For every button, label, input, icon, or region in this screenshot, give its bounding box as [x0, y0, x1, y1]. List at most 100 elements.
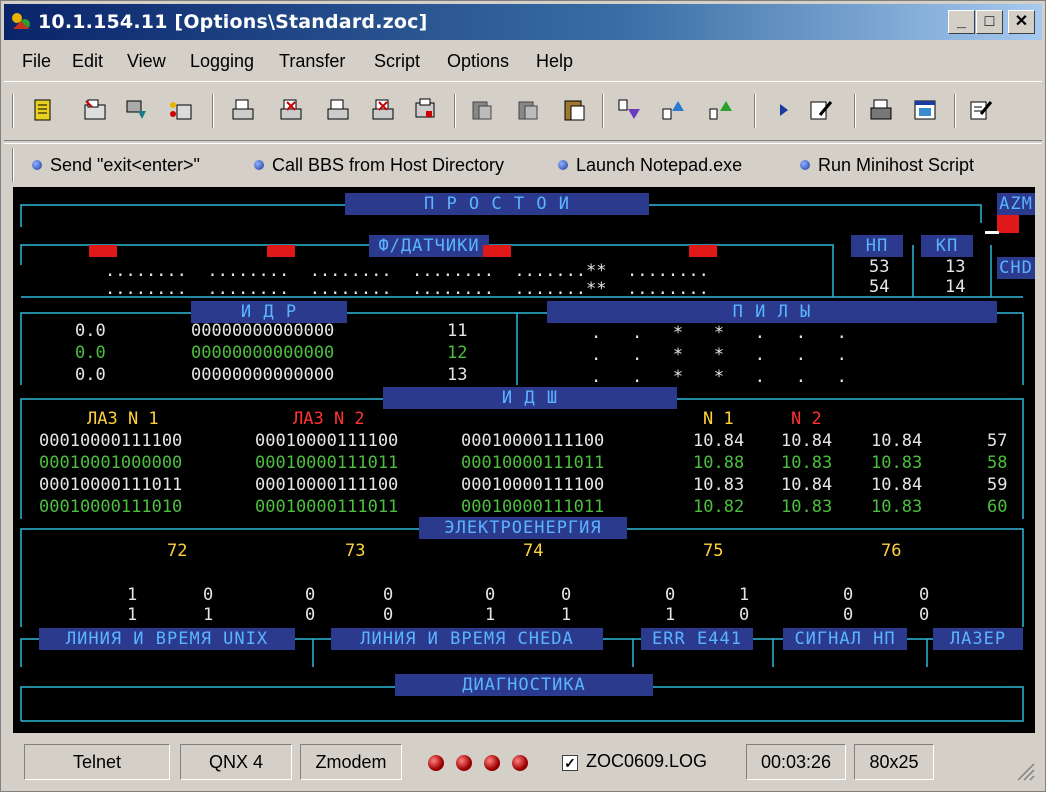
idsh-code: 00010000111011: [461, 453, 605, 473]
menu-file[interactable]: File: [22, 51, 51, 72]
elektro-cell: 0: [305, 585, 316, 605]
elektro-cell: 0: [203, 585, 214, 605]
maximize-button[interactable]: □: [976, 10, 1003, 34]
notepad-icon[interactable]: [968, 97, 994, 123]
paste-icon[interactable]: [516, 97, 542, 123]
elektro-cell: 0: [383, 605, 394, 625]
elektro-cell: 1: [203, 605, 214, 625]
menu-script[interactable]: Script: [374, 51, 420, 72]
host-connect-icon[interactable]: [124, 97, 150, 123]
cheda-header: ЛИНИЯ И ВРЕМЯ CHEDA: [331, 628, 603, 650]
menu-options[interactable]: Options: [447, 51, 509, 72]
idr-value: 0.0: [75, 343, 106, 363]
err-header: ERR E441: [641, 628, 753, 650]
phonebook-icon[interactable]: [82, 97, 108, 123]
idsh-value: 10.84: [871, 431, 923, 451]
elektro-header: ЭЛЕКТРОЕНЕРГИЯ: [419, 517, 627, 539]
play-script-icon[interactable]: [772, 97, 798, 123]
idsh-value: 10.83: [693, 475, 745, 495]
pily-row: . . * * . . .: [591, 367, 847, 387]
print-cancel-icon[interactable]: [278, 97, 304, 123]
menu-edit[interactable]: Edit: [72, 51, 103, 72]
toolbar-separator: [854, 94, 856, 128]
elektro-cell: 1: [739, 585, 750, 605]
elektro-cell: 0: [305, 605, 316, 625]
session-icon[interactable]: [167, 97, 193, 123]
elektro-cell: 0: [843, 605, 854, 625]
copy-icon[interactable]: [470, 97, 496, 123]
azm-header: AZM: [997, 193, 1035, 215]
unix-header: ЛИНИЯ И ВРЕМЯ UNIX: [39, 628, 295, 650]
log-checkbox[interactable]: ✓: [562, 755, 578, 771]
laz2-label: ЛАЗ N 2: [293, 409, 365, 429]
toolbar-separator: [212, 94, 214, 128]
chd-header: CHD: [997, 257, 1035, 279]
elektro-cell: 1: [485, 605, 496, 625]
fax-icon[interactable]: [412, 97, 438, 123]
call-bbs-button[interactable]: Call BBS from Host Directory: [254, 155, 504, 176]
idsh-value: 10.84: [781, 475, 833, 495]
idsh-code: 00010000111011: [255, 497, 399, 517]
idsh-number: 58: [987, 453, 1008, 473]
toolbar-separator: [12, 94, 14, 128]
printer-icon[interactable]: [868, 97, 894, 123]
elektro-cell: 0: [919, 585, 930, 605]
terminal-screen[interactable]: П Р О С Т О И AZM Ф/ДАТЧИКИ НП КП CHD ..…: [13, 187, 1035, 733]
datchiki-row: ........ ........ ........ ........ ....…: [105, 279, 709, 299]
print-icon[interactable]: [230, 97, 256, 123]
print-cancel-icon-2[interactable]: [370, 97, 396, 123]
signal-header: СИГНАЛ НП: [783, 628, 907, 650]
idsh-number: 59: [987, 475, 1008, 495]
n1-label: N 1: [703, 409, 734, 429]
upload-multi-icon[interactable]: [708, 97, 734, 123]
launch-notepad-button[interactable]: Launch Notepad.exe: [558, 155, 742, 176]
pily-row: . . * * . . .: [591, 345, 847, 365]
minimize-button[interactable]: _: [948, 10, 975, 34]
idr-code: 00000000000000: [191, 343, 335, 363]
resize-grip-icon[interactable]: [1014, 760, 1036, 782]
idsh-code: 00010000111100: [39, 431, 183, 451]
upload-icon[interactable]: [660, 97, 686, 123]
np-value: 54: [869, 277, 890, 297]
notebook-icon[interactable]: [30, 97, 56, 123]
idr-value: 0.0: [75, 321, 106, 341]
send-exit-button[interactable]: Send "exit<enter>": [32, 155, 200, 176]
idsh-code: 00010000111010: [39, 497, 183, 517]
menu-transfer[interactable]: Transfer: [279, 51, 345, 72]
menu-view[interactable]: View: [127, 51, 166, 72]
idr-code: 00000000000000: [191, 321, 335, 341]
edit-script-icon[interactable]: [808, 97, 834, 123]
app-icon: [12, 13, 30, 29]
idsh-code: 00010000111011: [461, 497, 605, 517]
transfer-status[interactable]: Zmodem: [300, 744, 402, 780]
emulation-status[interactable]: QNX 4: [180, 744, 292, 780]
elektro-cell: 0: [383, 585, 394, 605]
idsh-value: 10.84: [871, 475, 923, 495]
laz1-label: ЛАЗ N 1: [87, 409, 159, 429]
kp-value: 14: [945, 277, 966, 297]
menu-help[interactable]: Help: [536, 51, 573, 72]
toolbar-separator: [602, 94, 604, 128]
protocol-status[interactable]: Telnet: [24, 744, 170, 780]
close-button[interactable]: ✕: [1008, 10, 1035, 34]
clipboard-icon[interactable]: [562, 97, 588, 123]
run-minihost-button[interactable]: Run Minihost Script: [800, 155, 974, 176]
elektro-col: 76: [881, 541, 902, 561]
download-icon[interactable]: [616, 97, 642, 123]
idr-value: 0.0: [75, 365, 106, 385]
elektro-cell: 0: [843, 585, 854, 605]
idsh-code: 00010000111011: [39, 475, 183, 495]
pily-header: П И Л Ы: [547, 301, 997, 323]
elektro-cell: 0: [665, 585, 676, 605]
idsh-number: 57: [987, 431, 1008, 451]
diag-header: ДИАГНОСТИКА: [395, 674, 653, 696]
idsh-code: 00010001000000: [39, 453, 183, 473]
idr-code: 00000000000000: [191, 365, 335, 385]
title-bar[interactable]: 10.1.154.11 [Options\Standard.zoc] _ □ ✕: [4, 4, 1042, 40]
idsh-header: И Д Ш: [383, 387, 677, 409]
menu-logging[interactable]: Logging: [190, 51, 254, 72]
elektro-cell: 1: [665, 605, 676, 625]
pily-row: . . * * . . .: [591, 323, 847, 343]
window-icon[interactable]: [912, 97, 938, 123]
print-icon-2[interactable]: [325, 97, 351, 123]
